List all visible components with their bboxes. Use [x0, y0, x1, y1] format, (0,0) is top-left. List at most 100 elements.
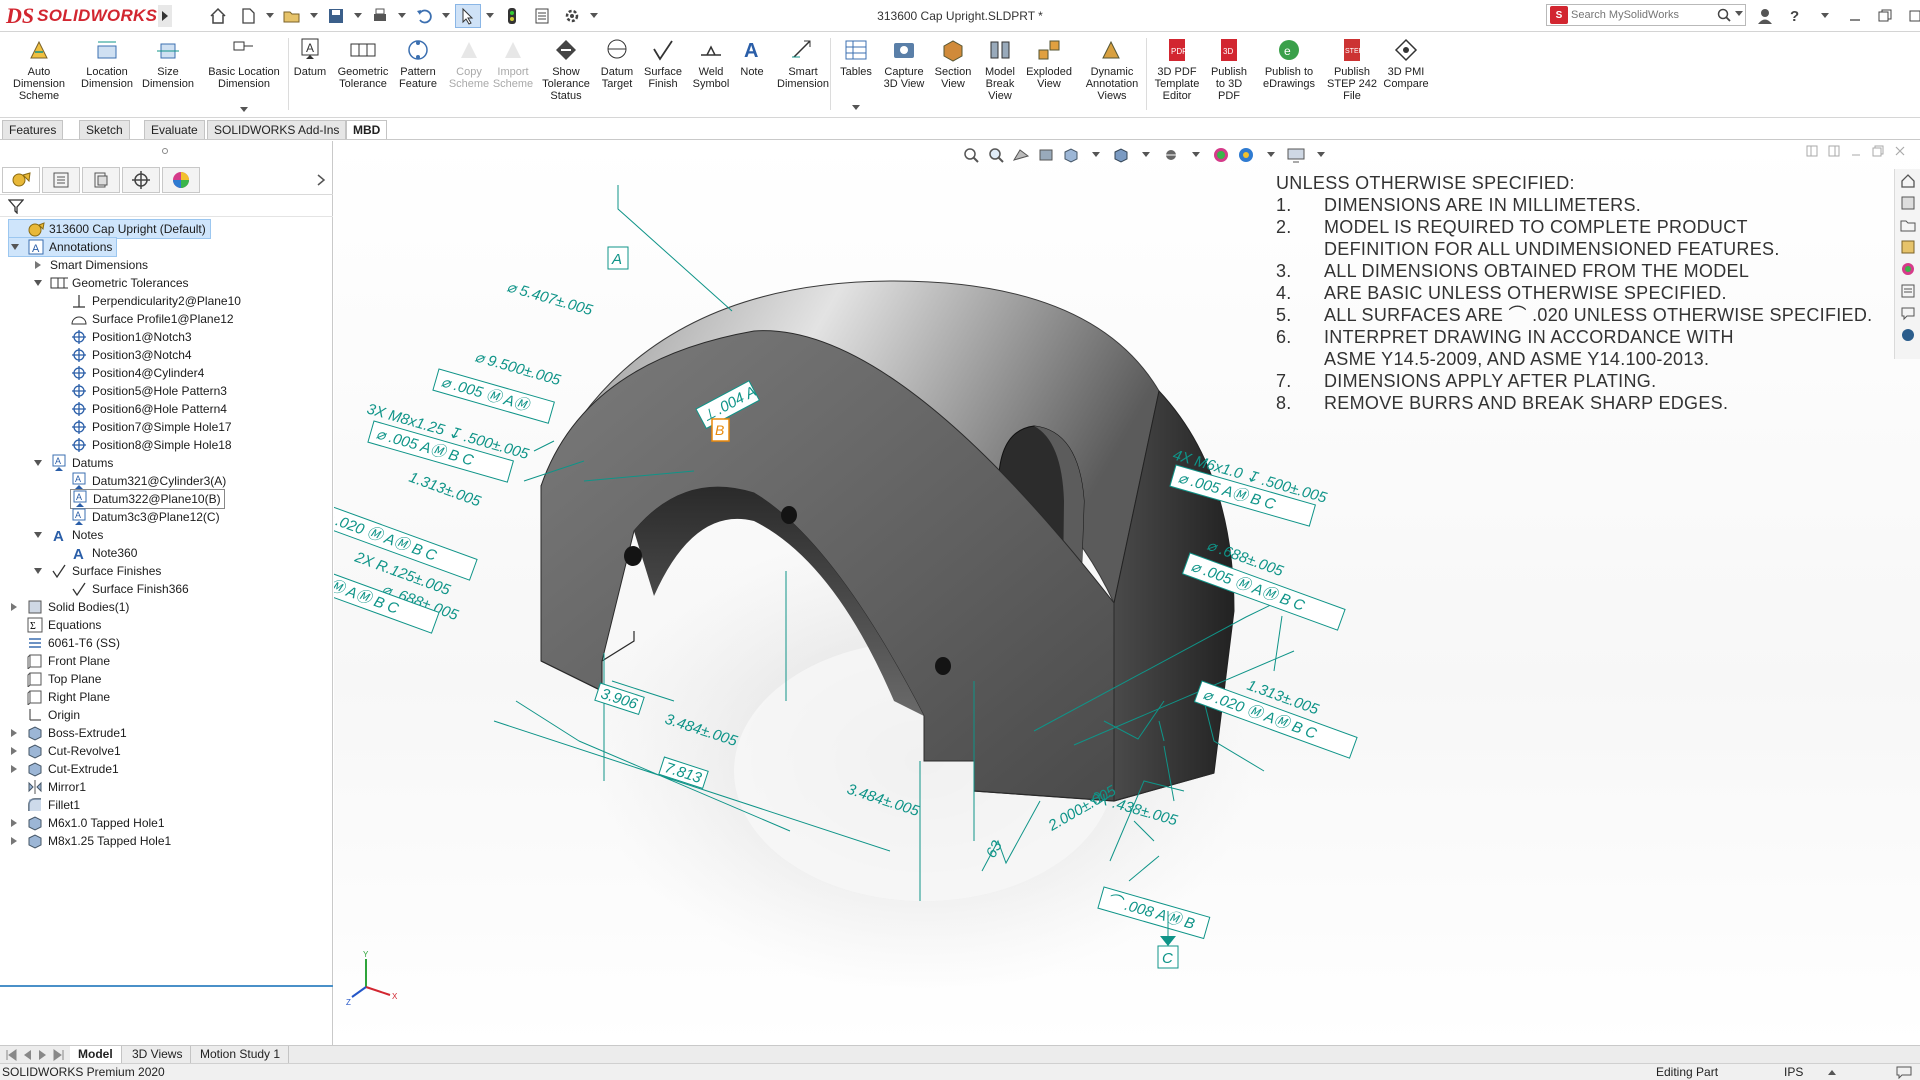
- annotation-dim-1313[interactable]: 1.313±.005: [407, 469, 484, 511]
- surface-finish-button[interactable]: Surface Finish: [640, 36, 686, 114]
- tab-mbd[interactable]: MBD: [346, 120, 388, 139]
- zoom-to-area-icon[interactable]: [985, 144, 1007, 166]
- tree-item-annotations[interactable]: A Annotations: [8, 237, 118, 257]
- status-units[interactable]: IPS: [1784, 1064, 1803, 1080]
- tab-scroll-last-icon[interactable]: [52, 1048, 66, 1062]
- search-dropdown-icon[interactable]: [1735, 11, 1745, 19]
- publish-to-edrawings-button[interactable]: e Publish to eDrawings: [1256, 36, 1322, 114]
- tab-scroll-first-icon[interactable]: [4, 1048, 18, 1062]
- tab-features[interactable]: Features: [2, 120, 64, 139]
- expand-arrow-icon[interactable]: [8, 745, 20, 757]
- tree-item-notes[interactable]: A Notes: [32, 525, 103, 545]
- tree-item-solid-bodies-1[interactable]: Solid Bodies(1): [8, 597, 129, 617]
- apply-scene-icon[interactable]: [1235, 144, 1257, 166]
- select-arrow-icon[interactable]: [455, 4, 481, 28]
- pattern-feature-button[interactable]: Pattern Feature: [392, 36, 444, 114]
- collapse-arrow-icon[interactable]: [32, 565, 44, 577]
- tree-item-position5-hole-pattern3[interactable]: Position5@Hole Pattern3: [70, 381, 227, 401]
- minimize-icon[interactable]: [1842, 4, 1868, 28]
- custom-properties-icon[interactable]: [1898, 281, 1918, 301]
- viewport-restore-icon[interactable]: [1872, 145, 1884, 157]
- search-icon[interactable]: [1717, 8, 1731, 22]
- units-dropdown-icon[interactable]: [1828, 1070, 1836, 1076]
- general-notes[interactable]: UNLESS OTHERWISE SPECIFIED: 1. DIMENSIONS …: [1276, 172, 1896, 414]
- dimxpert-manager-tab-icon[interactable]: [122, 167, 160, 193]
- tab-sketch[interactable]: Sketch: [79, 120, 130, 139]
- location-dimension-button[interactable]: Location Dimension: [74, 36, 140, 114]
- help-icon[interactable]: ?: [1782, 4, 1808, 28]
- file-explorer-icon[interactable]: [1898, 215, 1918, 235]
- panel-splitter-handle-icon[interactable]: [161, 147, 169, 155]
- open-dropdown-icon[interactable]: [309, 4, 319, 28]
- design-library-icon[interactable]: [1898, 193, 1918, 213]
- view-palette-icon[interactable]: [1898, 237, 1918, 257]
- datum-target-button[interactable]: Datum Target: [596, 36, 638, 114]
- tree-item-position8-simple-hole18[interactable]: Position8@Simple Hole18: [70, 435, 232, 455]
- tree-item-boss-extrude1[interactable]: Boss-Extrude1: [8, 723, 127, 743]
- note-button[interactable]: A Note: [734, 36, 770, 114]
- geometric-tolerance-button[interactable]: Geometric Tolerance: [334, 36, 392, 114]
- tree-item-perpendicularity2-plane10[interactable]: Perpendicularity2@Plane10: [70, 291, 241, 311]
- tree-item-geometric-tolerances[interactable]: Geometric Tolerances: [32, 273, 189, 293]
- file-properties-icon[interactable]: [529, 4, 555, 28]
- maximize-icon[interactable]: [1902, 4, 1920, 28]
- collapse-arrow-icon[interactable]: [9, 241, 21, 253]
- tree-item-surface-finishes[interactable]: Surface Finishes: [32, 561, 161, 581]
- tab-scroll-prev-icon[interactable]: [20, 1048, 34, 1062]
- print-icon[interactable]: [367, 4, 393, 28]
- tab-solidworks-add-ins[interactable]: SOLIDWORKS Add-Ins: [207, 120, 347, 139]
- tab-3d-views[interactable]: 3D Views: [124, 1046, 192, 1064]
- auto-dimension-scheme-button[interactable]: Auto Dimension Scheme: [4, 36, 74, 114]
- capture-3d-view-button[interactable]: Capture 3D View: [880, 36, 928, 114]
- display-style-icon[interactable]: [1110, 144, 1132, 166]
- new-dropdown-icon[interactable]: [265, 4, 275, 28]
- basic-location-dropdown-icon[interactable]: [240, 100, 248, 118]
- rollback-bar[interactable]: [0, 985, 333, 987]
- menu-expand-arrow-icon[interactable]: [158, 5, 172, 27]
- section-view-hud-icon[interactable]: [1035, 144, 1057, 166]
- expand-arrow-icon[interactable]: [8, 727, 20, 739]
- tree-item-datums[interactable]: A Datums: [32, 453, 113, 473]
- tab-model[interactable]: Model: [70, 1046, 122, 1064]
- expand-arrow-icon[interactable]: [8, 817, 20, 829]
- tree-filter[interactable]: [0, 195, 333, 217]
- options-gear-icon[interactable]: [559, 4, 585, 28]
- new-document-icon[interactable]: [235, 4, 261, 28]
- tree-item-origin[interactable]: Origin: [8, 705, 80, 725]
- previous-view-icon[interactable]: [1010, 144, 1032, 166]
- 3d-pmi-compare-button[interactable]: 3D PMI Compare: [1380, 36, 1432, 114]
- tree-item-313600-cap-upright-default[interactable]: 313600 Cap Upright (Default): [8, 219, 211, 239]
- expand-arrow-icon[interactable]: [8, 763, 20, 775]
- zoom-to-fit-icon[interactable]: [960, 144, 982, 166]
- show-tolerance-status-button[interactable]: Show Tolerance Status: [538, 36, 594, 114]
- tree-item-m6x1-0-tapped-hole1[interactable]: M6x1.0 Tapped Hole1: [8, 813, 165, 833]
- tree-item-equations[interactable]: Σ Equations: [8, 615, 101, 635]
- datum-button[interactable]: A Datum: [290, 36, 330, 114]
- tree-item-6061-t6-ss[interactable]: 6061-T6 (SS): [8, 633, 120, 653]
- expand-arrow-icon[interactable]: [8, 601, 20, 613]
- select-dropdown-icon[interactable]: [485, 4, 495, 28]
- datum-a-flag[interactable]: A: [607, 246, 629, 270]
- feature-manager-tab-icon[interactable]: [2, 167, 40, 193]
- view-settings-icon[interactable]: [1285, 144, 1307, 166]
- tree-item-mirror1[interactable]: Mirror1: [8, 777, 86, 797]
- 3d-pdf-template-editor-button[interactable]: PDF 3D PDF Template Editor: [1152, 36, 1202, 114]
- traffic-light-icon[interactable]: [499, 4, 525, 28]
- expand-arrow-icon[interactable]: [8, 835, 20, 847]
- view-orientation-dropdown-icon[interactable]: [1085, 144, 1107, 166]
- tree-item-cut-extrude1[interactable]: Cut-Extrude1: [8, 759, 119, 779]
- hide-show-items-icon[interactable]: [1160, 144, 1182, 166]
- tree-item-surface-profile1-plane12[interactable]: Surface Profile1@Plane12: [70, 309, 234, 329]
- undo-icon[interactable]: [411, 4, 437, 28]
- publish-step-242-file-button[interactable]: STEP Publish STEP 242 File: [1326, 36, 1378, 114]
- filter-icon[interactable]: [8, 198, 24, 214]
- weld-symbol-button[interactable]: Weld Symbol: [688, 36, 734, 114]
- tree-item-position4-cylinder4[interactable]: Position4@Cylinder4: [70, 363, 204, 383]
- tree-item-m8x1-25-tapped-hole1[interactable]: M8x1.25 Tapped Hole1: [8, 831, 171, 851]
- graphics-area[interactable]: ⌀ 5.407±.005 A ⌀ 9.500±.005 ⌀ .005 Ⓜ AⓂ …: [334, 141, 1920, 1045]
- property-manager-tab-icon[interactable]: [42, 167, 80, 193]
- user-account-icon[interactable]: [1752, 4, 1778, 28]
- print-dropdown-icon[interactable]: [397, 4, 407, 28]
- tree-item-fillet1[interactable]: Fillet1: [8, 795, 80, 815]
- view-settings-dropdown-icon[interactable]: [1310, 144, 1332, 166]
